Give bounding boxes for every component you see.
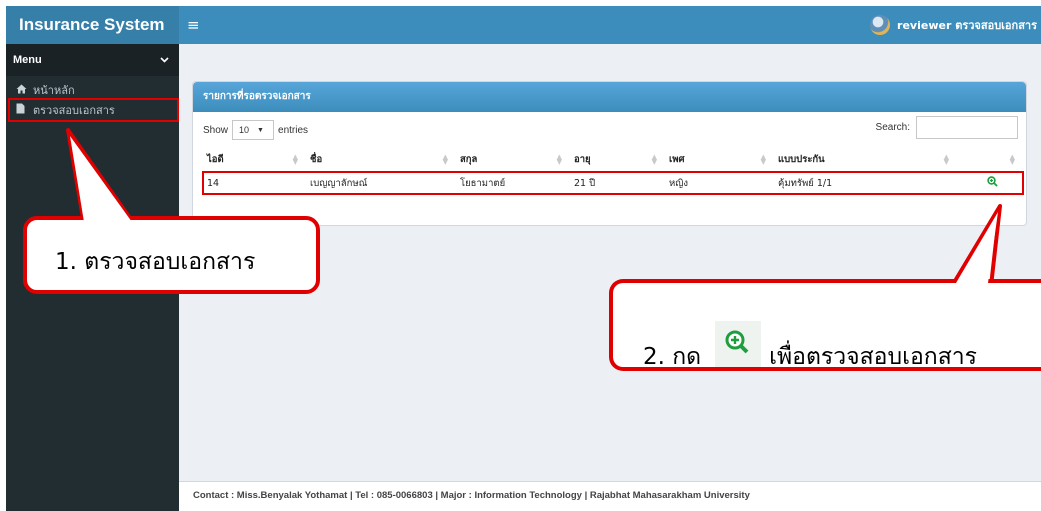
column-header-action[interactable]: ▲ ▼ [957, 148, 1023, 173]
column-header-age[interactable]: อายุ ▲ ▼ [570, 148, 665, 173]
callout-step-1-text: 1. ตรวจสอบเอกสาร [55, 249, 256, 275]
brand-logo[interactable]: Insurance System [6, 6, 179, 44]
length-control: Show 10 ▼ entries [203, 120, 308, 140]
user-menu[interactable]: reviewer ตรวจสอบเอกสาร [870, 14, 1037, 36]
sort-icon: ▲ ▼ [760, 153, 766, 166]
search-input[interactable] [916, 116, 1018, 139]
sort-icon: ▲ ▼ [651, 153, 657, 166]
cell-age: 21 ปี [574, 177, 596, 189]
entries-select[interactable]: 10 ▼ [232, 120, 275, 140]
pending-documents-panel: รายการที่รอตรวจเอกสาร Show 10 ▼ entries … [192, 81, 1027, 226]
entries-label: entries [278, 124, 309, 136]
column-header-first-name[interactable]: ชื่อ ▲ ▼ [306, 148, 456, 173]
callout-step-2: 2. กด เพื่อตรวจสอบเอกสาร [609, 279, 1041, 371]
cell-last-name: โยธามาตย์ [460, 177, 506, 189]
entries-value: 10 [239, 125, 250, 135]
sidebar-menu-header[interactable]: Menu [6, 44, 179, 76]
zoom-in-icon [715, 321, 762, 367]
sort-icon: ▲ ▼ [556, 153, 562, 166]
caret-down-icon: ▼ [257, 126, 264, 134]
app-window: Insurance System ≡ reviewer ตรวจสอบเอกสา… [6, 6, 1041, 511]
column-header-last-name[interactable]: สกุล ▲ ▼ [456, 148, 570, 173]
sort-icon: ▲ ▼ [442, 153, 448, 166]
footer: Contact : Miss.Benyalak Yothamat | Tel :… [179, 481, 1041, 511]
menu-label: Menu [13, 54, 42, 66]
search-label: Search: [875, 122, 910, 133]
callout-step-2-prefix: 2. กด [643, 344, 702, 370]
callout-step-2-suffix: เพื่อตรวจสอบเอกสาร [769, 344, 978, 370]
table-header-row: ไอดี ▲ ▼ ชื่อ ▲ ▼ สกุล ▲ ▼ อายุ ▲ ▼ เพศ ▲ ▼ แบบประ… [203, 148, 1023, 173]
cell-first-name: เบญญาลักษณ์ [310, 177, 368, 189]
sort-icon: ▲ ▼ [943, 153, 949, 166]
chevron-down-icon [160, 54, 169, 66]
sort-icon: ▲ ▼ [1009, 153, 1015, 166]
menu-toggle-icon[interactable]: ≡ [187, 15, 200, 35]
cell-gender: หญิง [669, 177, 688, 189]
column-header-plan[interactable]: แบบประกัน ▲ ▼ [774, 148, 957, 173]
user-label: reviewer ตรวจสอบเอกสาร [897, 19, 1037, 32]
sort-icon: ▲ ▼ [292, 153, 298, 166]
sidebar-item-label: หน้าหลัก [33, 84, 75, 97]
sidebar-item-document-check[interactable]: ตรวจสอบเอกสาร [8, 98, 179, 122]
user-avatar-icon [870, 15, 891, 35]
search-control: Search: [876, 116, 1018, 139]
show-label: Show [203, 124, 229, 136]
callout-step-2-text: 2. กด เพื่อตรวจสอบเอกสาร [643, 321, 978, 375]
sidebar-item-home[interactable]: หน้าหลัก [6, 80, 179, 100]
panel-title: รายการที่รอตรวจเอกสาร [193, 82, 1026, 112]
home-icon [16, 84, 30, 97]
cell-id: 14 [207, 177, 220, 189]
zoom-in-icon[interactable] [986, 176, 998, 187]
top-navbar: Insurance System ≡ reviewer ตรวจสอบเอกสา… [6, 6, 1041, 44]
table-row: 14 เบญญาลักษณ์ โยธามาตย์ 21 ปี หญิง คุ้ม… [202, 171, 1024, 195]
documents-table: ไอดี ▲ ▼ ชื่อ ▲ ▼ สกุล ▲ ▼ อายุ ▲ ▼ เพศ ▲ ▼ แบบประ… [202, 148, 1024, 195]
column-header-gender[interactable]: เพศ ▲ ▼ [665, 148, 774, 173]
file-icon [16, 103, 30, 117]
cell-plan: คุ้มทรัพย์ 1/1 [778, 177, 833, 189]
cell-action [957, 172, 1023, 194]
sidebar-item-label: ตรวจสอบเอกสาร [33, 104, 115, 117]
column-header-id[interactable]: ไอดี ▲ ▼ [203, 148, 306, 173]
callout-step-1: 1. ตรวจสอบเอกสาร [23, 216, 320, 294]
